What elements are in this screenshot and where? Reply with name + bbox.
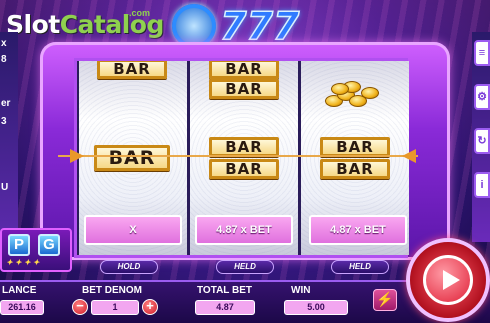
settings-icon[interactable]: ⚙ <box>474 84 490 110</box>
bet-denom-label: BET DENOM <box>82 285 142 296</box>
info-icon[interactable]: i <box>474 172 490 198</box>
balance-label: LANCE <box>2 285 37 296</box>
bar-symbol: BAR <box>209 61 279 79</box>
reel-2-win-plate: 4.87 x BET <box>195 215 293 245</box>
pg-tile: P <box>8 234 30 256</box>
bar-symbol: BAR <box>320 159 390 179</box>
payline-left-arrow-icon <box>70 149 84 163</box>
auto-spin-icon[interactable]: ↻ <box>474 128 490 154</box>
spin-button-face[interactable] <box>423 255 473 305</box>
watermark-suffix: .com <box>129 8 151 18</box>
left-side-panel: x 8 er 3 U <box>0 32 18 232</box>
bet-denom-plus-button[interactable]: + <box>142 299 158 315</box>
turbo-lightning-icon[interactable]: ⚡ <box>373 289 397 311</box>
side-label: 8 <box>1 54 7 65</box>
gold-coins-symbol <box>323 77 383 111</box>
hold-button-reel-1[interactable]: HOLD <box>100 260 158 274</box>
hold-button-reel-2[interactable]: HELD <box>216 260 274 274</box>
right-side-panel: ≡ ⚙ ↻ i <box>472 32 490 242</box>
spin-button[interactable] <box>406 238 490 322</box>
bar-symbol: BAR <box>94 145 170 171</box>
win-label: WIN <box>291 285 311 296</box>
total-bet-value: 4.87 <box>195 300 255 315</box>
hold-button-reel-3[interactable]: HELD <box>331 260 389 274</box>
total-bet-label: TOTAL BET <box>197 285 252 296</box>
bet-denom-value: 1 <box>91 300 139 315</box>
menu-icon[interactable]: ≡ <box>474 40 490 66</box>
bar-symbol: BAR <box>320 137 390 157</box>
bar-symbol: BAR <box>97 61 167 79</box>
play-icon <box>443 270 460 290</box>
side-label: U <box>1 182 9 193</box>
win-value: 5.00 <box>284 300 348 315</box>
bar-symbol: BAR <box>209 79 279 99</box>
payline-right-arrow-icon <box>402 149 416 163</box>
bar-symbol: BAR <box>209 159 279 179</box>
reel-3-win-plate: 4.87 x BET <box>309 215 407 245</box>
payline <box>58 155 418 157</box>
bar-symbol: BAR <box>209 137 279 157</box>
side-label: er <box>1 98 11 109</box>
pg-tile: G <box>38 234 60 256</box>
pg-bonus-badge: P G ✦ ✦ ✦ ✦ <box>0 228 72 272</box>
balance-value: 261.16 <box>0 300 44 315</box>
side-label: x <box>1 38 7 49</box>
reel-1-win-plate: X <box>84 215 182 245</box>
pg-decor: ✦ ✦ ✦ ✦ <box>6 258 40 267</box>
bet-denom-minus-button[interactable]: − <box>72 299 88 315</box>
side-label: 3 <box>1 116 7 127</box>
